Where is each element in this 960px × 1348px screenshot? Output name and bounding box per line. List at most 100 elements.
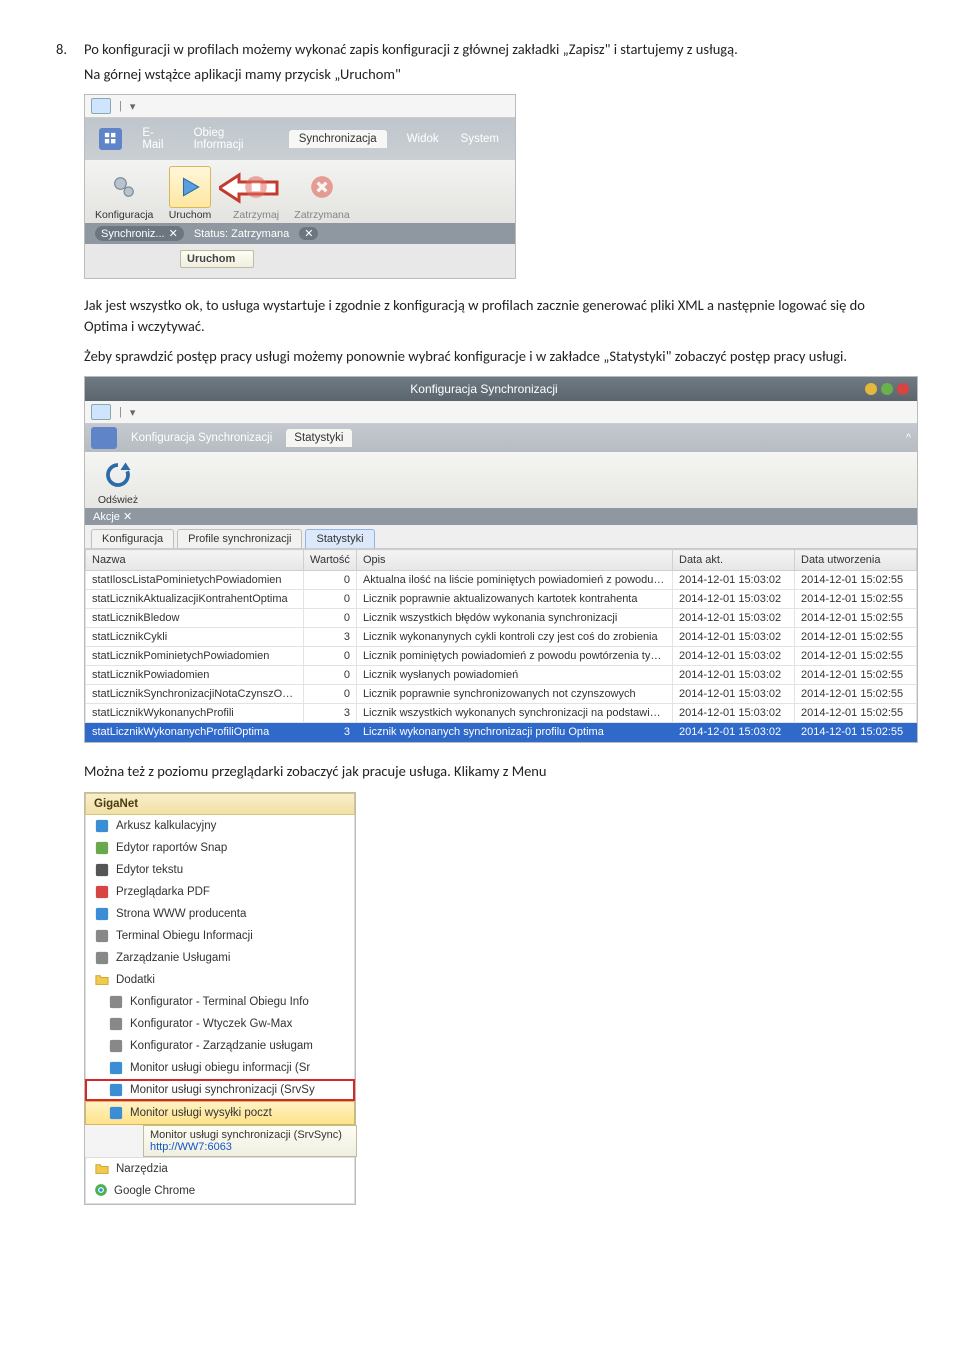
menu-item-label: Dodatki: [116, 974, 155, 986]
tab-widok[interactable]: Widok: [405, 130, 441, 148]
tab-email[interactable]: E-Mail: [140, 124, 173, 154]
table-row[interactable]: statLicznikPowiadomien0Licznik wysłanych…: [86, 666, 917, 685]
col-data-utw[interactable]: Data utworzenia: [795, 550, 917, 571]
menu-item-label: Konfigurator - Wtyczek Gw-Max: [130, 1018, 292, 1030]
menu-item[interactable]: Dodatki: [85, 969, 355, 991]
app-icon: [94, 950, 110, 966]
tooltip: Monitor usługi synchronizacji (SrvSync)h…: [143, 1125, 357, 1157]
grid-icon: [104, 132, 118, 146]
col-opis[interactable]: Opis: [356, 550, 672, 571]
gears-icon: [110, 173, 138, 201]
screenshot-stats: Konfiguracja Synchronizacji | ▾ Konfigur…: [84, 376, 918, 743]
menu-item[interactable]: Terminal Obiegu Informacji: [85, 925, 355, 947]
help-icon[interactable]: ^: [906, 432, 911, 444]
app-menu-button[interactable]: [91, 98, 111, 114]
refresh-button[interactable]: Odśwież: [95, 458, 141, 506]
qat-row: | ▾: [85, 401, 917, 424]
app-icon: [94, 884, 110, 900]
menu-header: GigaNet: [85, 793, 355, 815]
menu-item-label: Przeglądarka PDF: [116, 886, 210, 898]
menu-item[interactable]: Przeglądarka PDF: [85, 881, 355, 903]
tab-statystyki[interactable]: Statystyki: [286, 429, 351, 447]
close-icon[interactable]: ✕: [169, 227, 178, 240]
folder-icon: [94, 972, 110, 988]
menu-item-label: Edytor tekstu: [116, 864, 183, 876]
group-label: Akcje ✕: [85, 508, 917, 525]
menu-item[interactable]: Strona WWW producenta: [85, 903, 355, 925]
subtab-profile[interactable]: Profile synchronizacji: [177, 529, 302, 548]
col-data-akt[interactable]: Data akt.: [673, 550, 795, 571]
close-icon[interactable]: ✕: [123, 511, 132, 523]
app-icon: [108, 1038, 124, 1054]
menu-item-label: Terminal Obiegu Informacji: [116, 930, 253, 942]
menu-item-label: Monitor usługi wysyłki poczt: [130, 1107, 272, 1119]
zatrzymaj-button[interactable]: Zatrzymaj: [227, 166, 285, 221]
app-icon: [108, 1082, 124, 1098]
paragraph: Żeby sprawdzić postęp pracy usługi możem…: [84, 346, 904, 366]
file-tab[interactable]: [99, 128, 122, 150]
table-row[interactable]: statLicznikWykonanychProfiliOptima›3Licz…: [86, 723, 917, 742]
screenshot-ribbon: | ▾ E-Mail Obieg Informacji Synchronizac…: [84, 94, 516, 279]
menu-item-label: Edytor raportów Snap: [116, 842, 227, 854]
status-bar: Synchroniz...✕ Status: Zatrzymana ✕: [85, 223, 515, 244]
menu-item-label: Monitor usługi synchronizacji (SrvSy: [130, 1084, 315, 1096]
menu-item[interactable]: Arkusz kalkulacyjny: [85, 815, 355, 837]
table-row[interactable]: statLicznikBledow0Licznik wszystkich błę…: [86, 609, 917, 628]
menu-footer[interactable]: Google Chrome: [85, 1180, 355, 1204]
menu-item[interactable]: Zarządzanie Usługami: [85, 947, 355, 969]
zatrzymana-button[interactable]: Zatrzymana: [293, 166, 351, 221]
col-nazwa[interactable]: Nazwa: [86, 550, 304, 571]
menu-item[interactable]: Monitor usługi wysyłki poczt: [85, 1101, 355, 1125]
col-wartosc[interactable]: Wartość: [304, 550, 357, 571]
paragraph: Jak jest wszystko ok, to usługa wystartu…: [84, 295, 904, 336]
subtab-statystyki[interactable]: Statystyki: [305, 529, 374, 548]
menu-item-label: Konfigurator - Terminal Obiegu Info: [130, 996, 309, 1008]
menu-item[interactable]: Konfigurator - Terminal Obiegu Info: [85, 991, 355, 1013]
file-tab[interactable]: [91, 427, 117, 449]
qat-dropdown-icon[interactable]: ▾: [130, 100, 136, 113]
status-text: Status: Zatrzymana: [194, 228, 289, 240]
menu-item[interactable]: Edytor raportów Snap: [85, 837, 355, 859]
konfiguracja-button[interactable]: Konfiguracja: [95, 166, 153, 221]
list-number: 8.: [56, 40, 74, 58]
menu-item[interactable]: Monitor usługi synchronizacji (SrvSy: [85, 1079, 355, 1101]
stats-table: Nazwa Wartość Opis Data akt. Data utworz…: [85, 549, 917, 742]
maximize-button[interactable]: [881, 383, 893, 395]
qat-dropdown-icon[interactable]: ▾: [130, 406, 136, 419]
app-menu-button[interactable]: [91, 404, 111, 420]
tab-konfig-sync[interactable]: Konfiguracja Synchronizacji: [123, 429, 280, 447]
menu-item[interactable]: Konfigurator - Wtyczek Gw-Max: [85, 1013, 355, 1035]
tab-obieg[interactable]: Obieg Informacji: [192, 124, 271, 154]
tab-synchronizacja[interactable]: Synchronizacja: [289, 130, 387, 148]
table-row[interactable]: statLicznikWykonanychProfili3Licznik wsz…: [86, 704, 917, 723]
tooltip: Uruchom: [180, 250, 254, 268]
table-row[interactable]: statLicznikCykli3Licznik wykonanynych cy…: [86, 628, 917, 647]
menu-item-label: Narzędzia: [116, 1163, 168, 1175]
ribbon-group: Konfiguracja Uruchom Zatrzymaj Zatrzyman…: [85, 160, 515, 223]
table-row[interactable]: statLicznikSynchronizacjiNotaCzynszOptim…: [86, 685, 917, 704]
table-row[interactable]: statIloscListaPominietychPowiadomien0Akt…: [86, 571, 917, 590]
close-icon[interactable]: ✕: [299, 227, 318, 240]
status-left[interactable]: Synchroniz...✕: [95, 226, 184, 241]
table-row[interactable]: statLicznikPominietychPowiadomien0Liczni…: [86, 647, 917, 666]
refresh-icon: [103, 460, 133, 490]
divider: |: [119, 406, 122, 418]
app-icon: [94, 818, 110, 834]
app-icon: [108, 1060, 124, 1076]
menu-item[interactable]: Edytor tekstu: [85, 859, 355, 881]
ribbon-tabs: E-Mail Obieg Informacji Synchronizacja W…: [85, 118, 515, 160]
menu-item[interactable]: Konfigurator - Zarządzanie usługam: [85, 1035, 355, 1057]
subtab-konfiguracja[interactable]: Konfiguracja: [91, 529, 174, 548]
close-button[interactable]: [897, 383, 909, 395]
menu-item[interactable]: Narzędzia: [85, 1157, 355, 1180]
table-row[interactable]: statLicznikAktualizacjiKontrahentOptima0…: [86, 590, 917, 609]
menu-item-label: Arkusz kalkulacyjny: [116, 820, 216, 832]
chrome-icon: [94, 1183, 108, 1200]
tab-system[interactable]: System: [459, 130, 501, 148]
ribbon-group: Odśwież: [85, 452, 917, 508]
menu-item[interactable]: Monitor usługi obiegu informacji (Sr: [85, 1057, 355, 1079]
folder-icon: [94, 1161, 110, 1177]
minimize-button[interactable]: [865, 383, 877, 395]
uruchom-button[interactable]: Uruchom: [161, 166, 219, 221]
start-menu: GigaNet Arkusz kalkulacyjny Edytor raport…: [85, 793, 355, 1204]
